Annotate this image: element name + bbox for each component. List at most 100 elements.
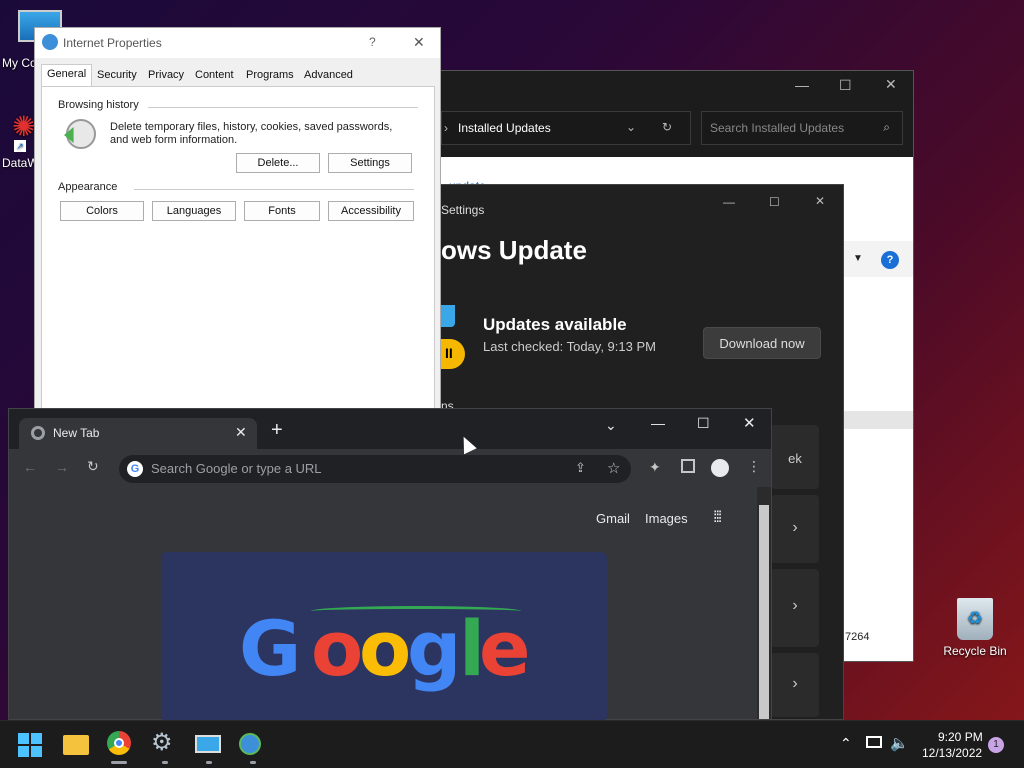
appearance-heading: Appearance xyxy=(58,181,118,193)
divider xyxy=(148,107,418,108)
file-explorer-icon[interactable] xyxy=(63,731,91,759)
tab-title: New Tab xyxy=(53,426,100,440)
dialog-titlebar: Internet Properties ? ✕ xyxy=(35,28,440,58)
share-icon[interactable]: ⇪ xyxy=(575,460,586,476)
chevron-right-icon: › xyxy=(792,675,798,692)
chrome-menu-icon[interactable]: ⋮ xyxy=(747,458,761,475)
dialog-title: Internet Properties xyxy=(63,36,162,50)
languages-button[interactable]: Languages xyxy=(152,201,236,221)
close-icon[interactable]: ✕ xyxy=(885,76,897,93)
update-status: Updates available xyxy=(483,315,627,334)
explorer-header: — ☐ ✕ › Installed Updates ⌄ ↻ Search Ins… xyxy=(441,71,913,157)
divider xyxy=(134,189,414,190)
tab-advanced[interactable]: Advanced xyxy=(304,69,353,81)
start-button[interactable] xyxy=(18,731,46,759)
fonts-button[interactable]: Fonts xyxy=(244,201,320,221)
delete-history-button[interactable]: Delete... xyxy=(236,153,320,173)
minimize-icon[interactable]: — xyxy=(723,195,735,209)
chrome-favicon xyxy=(31,426,45,440)
minimize-icon[interactable]: — xyxy=(651,415,665,431)
scrollbar-thumb[interactable] xyxy=(759,505,769,719)
new-tab-icon[interactable]: + xyxy=(271,420,283,440)
help-icon[interactable]: ? xyxy=(881,251,899,269)
images-link[interactable]: Images xyxy=(645,511,688,526)
google-doodle[interactable]: G o o g l e xyxy=(161,552,607,722)
doodle-letter-o1: o xyxy=(311,604,364,693)
help-button[interactable]: ? xyxy=(369,35,376,49)
close-icon[interactable]: ✕ xyxy=(815,194,825,208)
chrome-window: New Tab ✕ + ⌄ — ☐ ✕ ← → ↻ G Search Googl… xyxy=(8,408,772,722)
desktop-icon-recycle-bin[interactable]: Recycle Bin xyxy=(938,598,1012,658)
profile-avatar-icon[interactable] xyxy=(711,459,729,477)
clock-time[interactable]: 9:20 PM xyxy=(938,730,983,744)
tab-content[interactable]: Content xyxy=(195,69,234,81)
maximize-icon[interactable]: ☐ xyxy=(697,415,710,432)
tab-new-tab[interactable]: New Tab ✕ xyxy=(19,418,257,449)
back-icon[interactable]: ← xyxy=(23,459,37,475)
settings-row-1[interactable]: › xyxy=(771,495,819,563)
pause-updates-card[interactable]: ek xyxy=(771,425,819,489)
omnibox-placeholder: Search Google or type a URL xyxy=(151,461,322,476)
notification-badge[interactable]: 1 xyxy=(988,737,1004,753)
open-app-indicator xyxy=(206,761,212,764)
history-settings-button[interactable]: Settings xyxy=(328,153,412,173)
general-tab-panel: Browsing history Delete temporary files,… xyxy=(41,86,435,411)
tab-programs[interactable]: Programs xyxy=(246,69,294,81)
last-checked-text: Last checked: Today, 9:13 PM xyxy=(483,339,656,354)
maximize-icon[interactable]: ☐ xyxy=(839,77,852,94)
shortcut-arrow-icon: ↗ xyxy=(14,140,26,152)
gmail-link[interactable]: Gmail xyxy=(596,511,630,526)
chrome-taskbar-icon[interactable] xyxy=(107,731,135,764)
network-status-icon[interactable] xyxy=(866,736,882,748)
accessibility-button[interactable]: Accessibility xyxy=(328,201,414,221)
address-bar[interactable]: › Installed Updates ⌄ ↻ xyxy=(441,111,691,145)
tab-privacy[interactable]: Privacy xyxy=(148,69,184,81)
refresh-icon[interactable]: ↻ xyxy=(662,120,672,134)
open-app-indicator xyxy=(250,761,256,764)
show-hidden-icons-chevron-icon[interactable]: ⌃ xyxy=(840,735,852,752)
dataw-app-icon: ✺ xyxy=(12,111,36,142)
desktop-icon-label: Recycle Bin xyxy=(943,644,1007,658)
windows-update-icon xyxy=(441,305,455,327)
address-dropdown-icon[interactable]: ⌄ xyxy=(626,120,636,134)
close-tab-icon[interactable]: ✕ xyxy=(235,424,247,441)
tab-general[interactable]: General xyxy=(41,64,93,86)
close-icon[interactable]: ✕ xyxy=(743,414,756,432)
forward-icon[interactable]: → xyxy=(55,459,69,475)
selected-row[interactable] xyxy=(841,411,913,429)
chevron-right-icon: › xyxy=(792,519,798,536)
settings-row-2[interactable]: › xyxy=(771,569,819,647)
close-icon[interactable]: ✕ xyxy=(413,34,425,51)
chrome-toolbar: ← → ↻ G Search Google or type a URL ⇪ ☆ … xyxy=(9,449,771,487)
network-connections-icon[interactable] xyxy=(195,731,223,764)
reload-icon[interactable]: ↻ xyxy=(87,458,99,475)
settings-window-title: Settings xyxy=(441,203,485,217)
breadcrumb-chevron-icon: › xyxy=(444,121,448,135)
maximize-icon[interactable]: ☐ xyxy=(769,195,780,209)
internet-options-taskbar-icon[interactable] xyxy=(239,731,267,764)
doodle-letter-g: G xyxy=(239,604,302,693)
search-placeholder: Search Installed Updates xyxy=(710,121,845,135)
settings-row-3[interactable]: › xyxy=(771,653,819,717)
apps-grid-icon[interactable]: ⁞⁞⁞ xyxy=(713,509,722,527)
tab-security[interactable]: Security xyxy=(97,69,137,81)
extensions-icon[interactable]: ✦ xyxy=(649,459,661,476)
windows-logo-icon xyxy=(18,733,46,757)
colors-button[interactable]: Colors xyxy=(60,201,144,221)
bookmark-star-icon[interactable]: ☆ xyxy=(607,459,620,477)
clock-date[interactable]: 12/13/2022 xyxy=(922,746,982,760)
download-now-button[interactable]: Download now xyxy=(703,327,821,359)
history-clock-icon xyxy=(64,119,96,149)
minimize-icon[interactable]: — xyxy=(795,77,809,93)
page-scrollbar[interactable] xyxy=(757,487,771,719)
doodle-letter-o2: o xyxy=(359,604,412,693)
page-title: ows Update xyxy=(441,235,587,265)
settings-gear-icon[interactable]: ⚙ xyxy=(151,731,179,764)
chevron-down-icon[interactable]: ▼ xyxy=(853,253,863,264)
search-installed-updates-input[interactable]: Search Installed Updates ⌕ xyxy=(701,111,903,145)
tab-search-icon[interactable]: ⌄ xyxy=(605,417,617,434)
google-g-icon: G xyxy=(127,461,143,477)
volume-icon[interactable]: 🔈 xyxy=(890,734,909,752)
side-panel-icon[interactable] xyxy=(681,459,695,473)
omnibox-input[interactable]: G Search Google or type a URL ⇪ ☆ xyxy=(119,455,631,483)
